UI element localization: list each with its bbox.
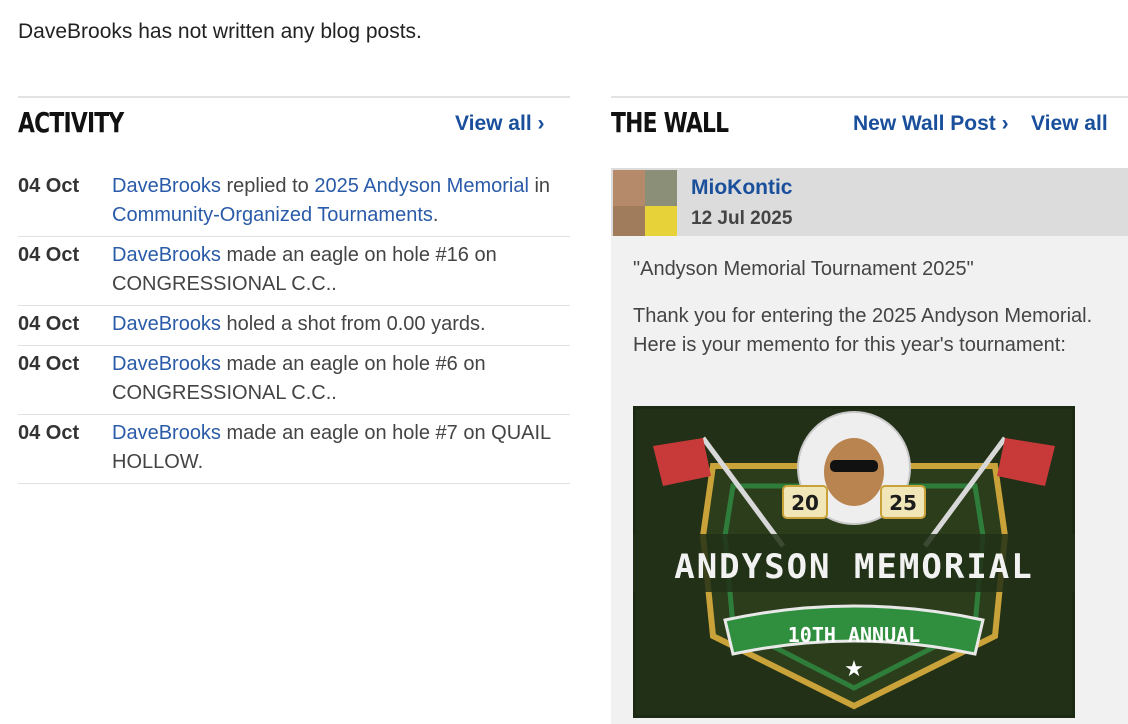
no-blog-posts-message: DaveBrooks has not written any blog post… bbox=[18, 20, 422, 43]
activity-desc: . bbox=[432, 204, 439, 226]
new-wall-post-link[interactable]: New Wall Post › bbox=[853, 112, 1009, 136]
memento-year-left: 20 bbox=[791, 491, 819, 515]
activity-desc: holed a shot from 0.00 yards. bbox=[220, 313, 486, 335]
memento-star: ★ bbox=[844, 657, 864, 682]
wall-view-all-link[interactable]: View all bbox=[1031, 112, 1108, 136]
activity-text: DaveBrooks replied to 2025 Andyson Memor… bbox=[112, 172, 570, 230]
wall-title: THE WALL bbox=[611, 106, 729, 139]
activity-divider bbox=[18, 96, 570, 98]
user-link[interactable]: DaveBrooks bbox=[112, 422, 221, 444]
avatar[interactable] bbox=[613, 170, 677, 236]
wall-divider bbox=[611, 96, 1128, 98]
post-date: 12 Jul 2025 bbox=[691, 208, 793, 229]
user-link[interactable]: DaveBrooks bbox=[112, 244, 221, 266]
memento-annual: 10TH ANNUAL bbox=[788, 623, 920, 647]
post-body: Thank you for entering the 2025 Andyson … bbox=[633, 305, 1093, 356]
list-item: 04 Oct DaveBrooks made an eagle on hole … bbox=[18, 237, 570, 306]
activity-text: DaveBrooks holed a shot from 0.00 yards. bbox=[112, 310, 570, 339]
list-item: 04 Oct DaveBrooks made an eagle on hole … bbox=[18, 415, 570, 484]
activity-title: ACTIVITY bbox=[18, 106, 124, 139]
activity-desc: in bbox=[528, 175, 551, 197]
list-item: 04 Oct DaveBrooks holed a shot from 0.00… bbox=[18, 306, 570, 346]
activity-date: 04 Oct bbox=[18, 313, 80, 335]
wall-post-header: MioKontic 12 Jul 2025 bbox=[611, 168, 1128, 236]
memento-image: 20 25 ANDYSON MEMORIAL 10TH ANNUAL ★ bbox=[633, 406, 1075, 718]
activity-date: 04 Oct bbox=[18, 244, 80, 266]
forum-link[interactable]: Community-Organized Tournaments bbox=[112, 204, 433, 226]
post-title: "Andyson Memorial Tournament 2025" bbox=[633, 258, 974, 280]
wall-post: MioKontic 12 Jul 2025 "Andyson Memorial … bbox=[611, 168, 1128, 724]
user-link[interactable]: DaveBrooks bbox=[112, 313, 221, 335]
activity-date: 04 Oct bbox=[18, 353, 80, 375]
activity-list: 04 Oct DaveBrooks replied to 2025 Andyso… bbox=[18, 168, 570, 484]
user-link[interactable]: DaveBrooks bbox=[112, 175, 221, 197]
activity-view-all-link[interactable]: View all › bbox=[455, 112, 545, 136]
topic-link[interactable]: 2025 Andyson Memorial bbox=[314, 175, 529, 197]
activity-date: 04 Oct bbox=[18, 422, 80, 444]
memento-year-right: 25 bbox=[889, 491, 917, 515]
memento-tournament-name: ANDYSON MEMORIAL bbox=[674, 547, 1034, 587]
activity-text: DaveBrooks made an eagle on hole #16 on … bbox=[112, 241, 570, 299]
activity-desc: replied to bbox=[220, 175, 315, 197]
activity-date: 04 Oct bbox=[18, 175, 80, 197]
activity-text: DaveBrooks made an eagle on hole #7 on Q… bbox=[112, 419, 570, 477]
post-author-link[interactable]: MioKontic bbox=[691, 176, 792, 200]
user-link[interactable]: DaveBrooks bbox=[112, 353, 221, 375]
activity-text: DaveBrooks made an eagle on hole #6 on C… bbox=[112, 350, 570, 408]
list-item: 04 Oct DaveBrooks replied to 2025 Andyso… bbox=[18, 168, 570, 237]
list-item: 04 Oct DaveBrooks made an eagle on hole … bbox=[18, 346, 570, 415]
